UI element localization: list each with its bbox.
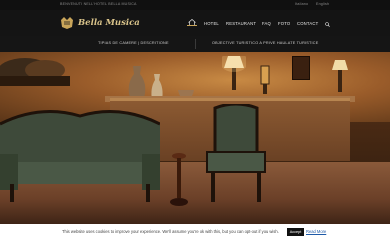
cookie-message: This website uses cookies to improve you… (62, 229, 279, 234)
nav-item-hotel[interactable]: HOTEL (204, 21, 219, 26)
cookie-accept-button[interactable]: Accept (287, 228, 304, 236)
language-link-english[interactable]: English (316, 2, 329, 6)
carved-armchair (206, 104, 266, 202)
site-header: Bella Musica HOTEL RESTAURANT FAQ FOTO C… (0, 10, 390, 36)
sub-navigation-band: TIPIAS DE CAMERE | DESCRITIONE OBJECTIVE… (0, 36, 390, 52)
table-lamp-right (332, 60, 348, 92)
top-bar-welcome-text: BENVENUTI NELL'HOTEL BELLA MUSICA (60, 2, 137, 6)
brand-name: Bella Musica (78, 18, 140, 28)
crest-icon (61, 17, 73, 29)
lantern (260, 65, 270, 94)
nav-item-restaurant[interactable]: RESTAURANT (226, 21, 256, 26)
active-nav-indicator (187, 25, 197, 26)
tufted-sofa (0, 110, 160, 202)
table-lamp (222, 56, 246, 90)
wall-painting (292, 56, 310, 80)
language-link-italiano[interactable]: Italiano (295, 2, 308, 6)
cookie-consent-bar: This website uses cookies to improve you… (0, 224, 390, 240)
top-bar: BENVENUTI NELL'HOTEL BELLA MUSICA Italia… (0, 0, 390, 10)
hero-image (0, 52, 390, 224)
band-divider (195, 39, 196, 49)
dried-flower-arrangement (0, 58, 70, 86)
band-link-room-types[interactable]: TIPIAS DE CAMERE | DESCRITIONE (98, 41, 169, 45)
pedestal-table (170, 153, 188, 206)
nav-item-faq[interactable]: FAQ (262, 21, 271, 26)
nav-item-foto[interactable]: FOTO (278, 21, 290, 26)
cookie-read-more-link[interactable]: Read More (306, 229, 326, 234)
brand-logo[interactable]: Bella Musica (60, 16, 140, 30)
search-icon[interactable] (325, 22, 330, 27)
band-link-tourist-objectives[interactable]: OBJECTIVE TURISTICO A PRIVE HAULATE TURI… (212, 41, 318, 45)
nav-item-contact[interactable]: CONTACT (297, 21, 318, 26)
